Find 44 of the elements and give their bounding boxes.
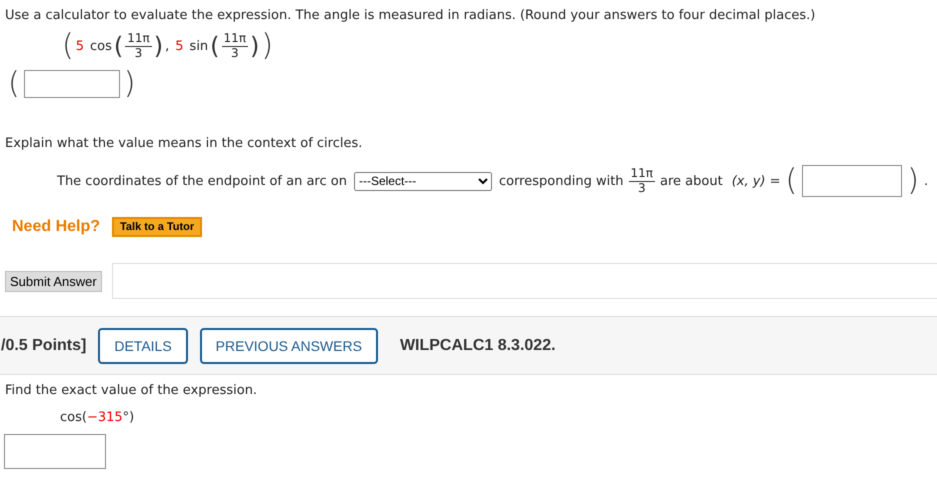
instruction-text: Find the exact value of the expression. xyxy=(5,383,258,398)
paren: ) xyxy=(154,34,164,58)
paren: ( xyxy=(8,69,20,99)
paren: ( xyxy=(210,34,220,58)
paren: ) xyxy=(124,69,136,99)
paren: ) xyxy=(261,31,274,61)
talk-to-tutor-button[interactable]: Talk to a Tutor xyxy=(112,217,202,237)
select-dropdown[interactable]: ---Select--- xyxy=(354,172,492,190)
numerator: 11π xyxy=(628,167,656,182)
sentence-text: The coordinates of the endpoint of an arc on xyxy=(57,174,347,188)
function-name: cos( xyxy=(60,410,87,425)
period: . xyxy=(924,174,928,188)
sentence-text: are about xyxy=(660,174,723,188)
question-code: WILPCALC1 8.3.022. xyxy=(400,336,556,354)
denominator: 3 xyxy=(134,46,142,60)
coordinate-label: (x, y) = xyxy=(732,174,781,188)
coefficient: 5 xyxy=(175,38,184,54)
header-button[interactable]: PREVIOUS ANSWERS xyxy=(200,328,378,364)
paren: ) xyxy=(250,34,260,58)
answer-field[interactable] xyxy=(24,70,120,98)
paren: ) xyxy=(907,166,919,196)
numerator: 11π xyxy=(222,32,248,46)
paren: ) xyxy=(129,410,134,425)
comma: , xyxy=(165,38,170,54)
paren: ( xyxy=(62,31,74,61)
denominator: 3 xyxy=(230,46,239,60)
numerator: 11π xyxy=(125,32,152,46)
header-button[interactable]: DETAILS xyxy=(98,328,188,364)
need-help-label: Need Help? xyxy=(12,218,100,236)
coefficient: 5 xyxy=(76,38,84,54)
function-name: sin xyxy=(190,38,208,54)
denominator: 3 xyxy=(638,182,646,195)
instruction-text: Use a calculator to evaluate the expression. The angle is measured in radians. (Round your answers to four decimal places.) xyxy=(5,8,816,23)
angle-value: −315 xyxy=(86,410,123,425)
answer-field[interactable] xyxy=(802,165,902,197)
paren: ( xyxy=(114,34,124,58)
paren: ( xyxy=(786,166,798,196)
function-name: cos xyxy=(90,38,112,54)
submit-answer-button[interactable]: Submit Answer xyxy=(5,270,102,292)
answer-field[interactable] xyxy=(4,434,106,469)
sentence-text: corresponding with xyxy=(498,174,624,188)
points-label: /0.5 Points] xyxy=(1,336,86,354)
degree-sign: ° xyxy=(122,410,130,425)
explain-text: Explain what the value means in the context of circles. xyxy=(5,136,364,151)
